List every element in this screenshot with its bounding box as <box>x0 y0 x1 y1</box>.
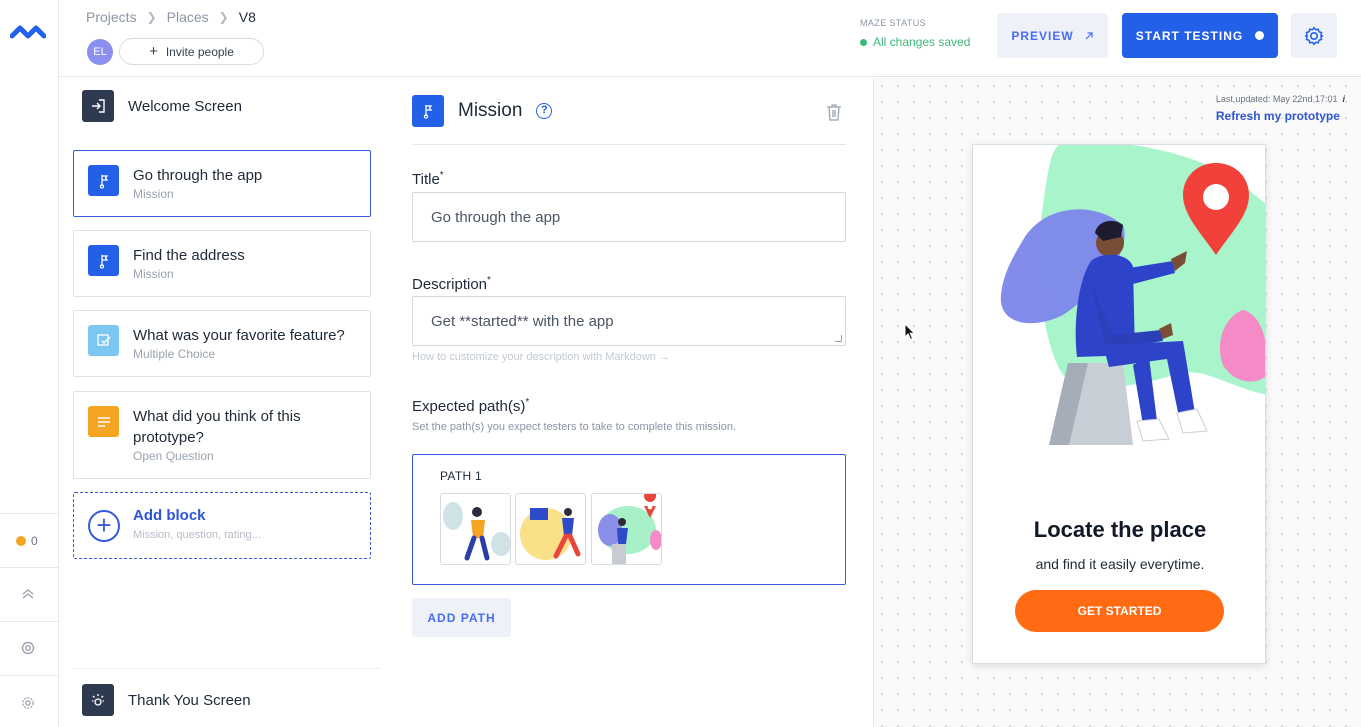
help-lifebuoy-icon[interactable] <box>18 638 38 658</box>
get-started-button[interactable]: GET STARTED <box>1015 590 1224 632</box>
plus-circle-icon: + <box>88 510 120 542</box>
add-block-sub: Mission, question, rating... <box>133 529 261 541</box>
path-card[interactable]: PATH 1 <box>412 454 846 585</box>
preview-label: PREVIEW <box>1011 28 1074 43</box>
status-label: MAZE STATUS <box>860 18 927 28</box>
resize-handle-icon[interactable] <box>835 335 842 342</box>
screen-title: Locate the place <box>1033 517 1207 542</box>
editor-title: Mission <box>458 100 523 121</box>
block-card[interactable]: What was your favorite feature? Multiple … <box>73 310 371 377</box>
prototype-screen[interactable]: Locate the place and find it easily ever… <box>972 144 1266 664</box>
gear-icon <box>1304 26 1324 45</box>
preview-button[interactable]: PREVIEW <box>997 13 1108 58</box>
settings-button[interactable] <box>1291 13 1337 58</box>
notifications[interactable]: 0 <box>16 534 38 548</box>
description-label: Description* <box>412 275 491 293</box>
chevron-right-icon: ❯ <box>146 10 157 24</box>
status-dot-icon <box>1255 31 1265 40</box>
notification-count: 0 <box>31 534 38 548</box>
block-card[interactable]: Find the address Mission <box>73 230 371 297</box>
breadcrumb-places[interactable]: Places <box>167 9 209 25</box>
block-type: Open Question <box>133 449 214 463</box>
add-block-button[interactable]: + Add block Mission, question, rating... <box>73 492 371 559</box>
mission-editor: Mission ? Title* Go through the app Desc… <box>382 78 873 727</box>
block-title: Find the address <box>133 247 245 264</box>
path-screen-thumbnail[interactable] <box>440 493 511 565</box>
refresh-prototype-link[interactable]: Refresh my prototype <box>1216 109 1345 123</box>
checklist-icon <box>88 325 119 356</box>
help-question-icon[interactable]: ? <box>536 103 553 119</box>
mouse-cursor-icon <box>904 323 916 341</box>
title-input[interactable]: Go through the app <box>412 192 846 242</box>
flag-icon <box>88 165 119 196</box>
start-testing-button[interactable]: START TESTING <box>1122 13 1278 58</box>
block-type: Mission <box>133 267 174 281</box>
flag-icon <box>412 95 444 127</box>
maze-logo-icon[interactable] <box>10 22 46 42</box>
double-chevron-up-icon[interactable] <box>18 584 38 604</box>
avatar[interactable]: EL <box>87 39 113 65</box>
text-lines-icon <box>88 406 119 437</box>
breadcrumb: Projects ❯ Places ❯ V8 <box>86 9 256 25</box>
add-block-title: Add block <box>133 507 206 524</box>
sparkle-icon <box>82 684 114 716</box>
path-name: PATH 1 <box>440 469 483 483</box>
welcome-screen-block[interactable]: Welcome Screen <box>82 90 242 122</box>
enter-icon <box>82 90 114 122</box>
block-type: Mission <box>133 187 174 201</box>
external-arrow-icon <box>1085 31 1093 39</box>
block-card[interactable]: Go through the app Mission <box>73 150 371 217</box>
block-card[interactable]: What did you think of this prototype? Ope… <box>73 391 371 479</box>
trash-icon[interactable] <box>825 102 843 122</box>
flag-icon <box>88 245 119 276</box>
location-illustration <box>1000 145 1265 445</box>
status-dot-icon <box>860 38 867 46</box>
paths-subtitle: Set the path(s) you expect testers to ta… <box>412 421 737 433</box>
blocks-panel: Welcome Screen Go through the app Mission… <box>60 78 382 727</box>
description-value: Get **started** with the app <box>431 312 614 330</box>
left-rail: 0 <box>0 0 59 727</box>
paths-label: Expected path(s)* <box>412 397 530 415</box>
description-textarea[interactable]: Get **started** with the app <box>412 296 846 346</box>
path-screen-thumbnail[interactable] <box>515 493 586 565</box>
add-path-button[interactable]: ADD PATH <box>412 598 511 637</box>
top-header: Projects ❯ Places ❯ V8 EL + Invite peopl… <box>59 0 1361 77</box>
path-screen-thumbnail[interactable] <box>591 493 662 565</box>
invite-label: Invite people <box>165 44 234 59</box>
breadcrumb-current[interactable]: V8 <box>239 9 256 25</box>
invite-people-button[interactable]: + Invite people <box>119 38 264 65</box>
markdown-help-link[interactable]: How to customize your description with M… <box>412 351 670 363</box>
block-title: Go through the app <box>133 167 263 184</box>
title-label: Title* <box>412 170 444 188</box>
prototype-preview-pane: Last updated: May 22nd 17:01 i Refresh m… <box>873 78 1361 727</box>
settings-gear-icon[interactable] <box>18 693 38 713</box>
chevron-right-icon: ❯ <box>218 10 229 24</box>
last-updated: Last updated: May 22nd 17:01 i <box>1215 94 1345 104</box>
notification-dot-icon <box>16 536 26 546</box>
maze-status: MAZE STATUS All changes saved <box>860 18 970 49</box>
thank-you-screen-block[interactable]: Thank You Screen <box>82 684 251 716</box>
start-label: START TESTING <box>1135 28 1244 43</box>
status-value: All changes saved <box>873 35 971 49</box>
block-title: What did you think of this prototype? <box>133 408 301 446</box>
breadcrumb-projects[interactable]: Projects <box>86 9 137 25</box>
thank-you-label: Thank You Screen <box>128 691 251 709</box>
plus-icon: + <box>149 43 158 60</box>
screen-subtitle: and find it easily everytime. <box>1035 556 1205 572</box>
block-title: What was your favorite feature? <box>133 327 345 344</box>
welcome-screen-label: Welcome Screen <box>128 97 242 115</box>
block-type: Multiple Choice <box>133 347 216 361</box>
